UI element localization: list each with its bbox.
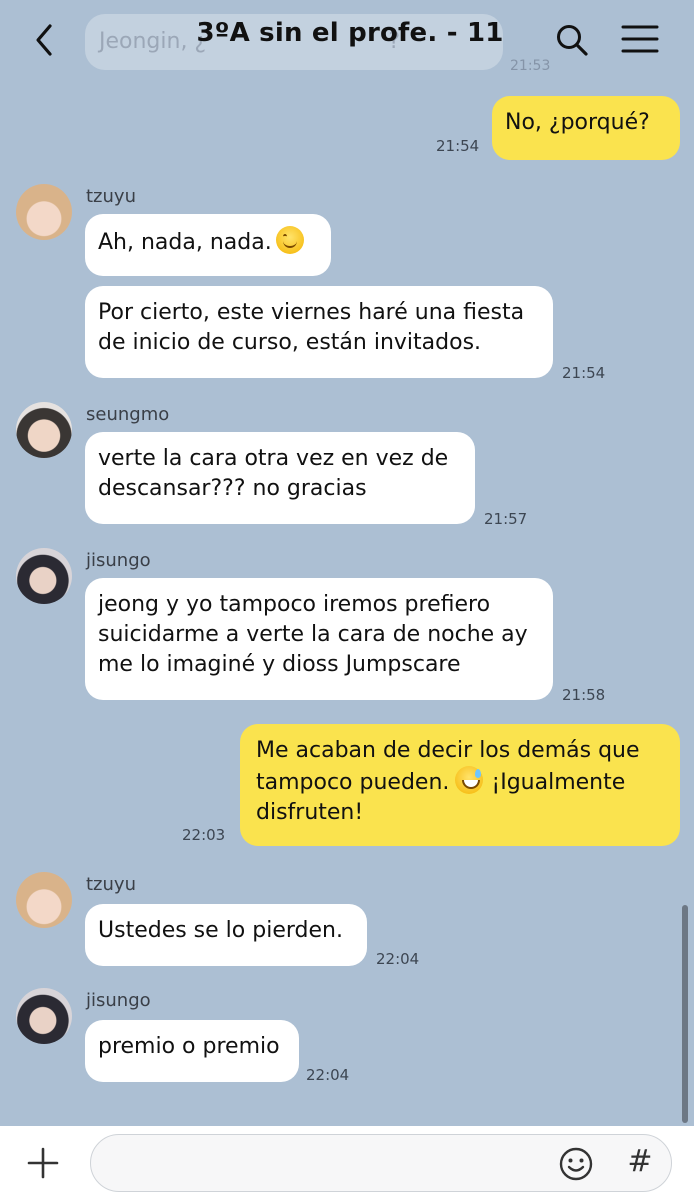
message-time: 21:54 (436, 137, 480, 155)
message-bubble[interactable]: Ah, nada, nada. (85, 214, 331, 276)
hashtag-icon: # (627, 1144, 653, 1179)
chat-title: 3ºA sin el profe. - 11 (196, 18, 504, 48)
emoji-button[interactable] (558, 1146, 594, 1182)
message-line-segment: ¡Igualmente (491, 770, 626, 795)
message-text: premio o premio (98, 1034, 280, 1059)
message-bubble[interactable]: premio o premio (85, 1020, 299, 1082)
message-line: de inicio de curso, están invitados. (98, 330, 482, 355)
search-icon (557, 25, 588, 56)
message-bubble[interactable]: jeong y yo tampoco iremos prefiero suici… (85, 578, 553, 700)
hamburger-menu-icon (621, 25, 659, 53)
message-time: 22:03 (182, 826, 226, 844)
message-bubble[interactable]: Por cierto, este viernes haré una fiesta… (85, 286, 553, 378)
emoji-icon (559, 1147, 593, 1181)
search-button[interactable] (552, 20, 592, 60)
menu-button[interactable] (620, 22, 660, 56)
attach-button[interactable] (26, 1146, 60, 1180)
chevron-left-icon (36, 24, 52, 56)
message-line: tampoco pueden. ¡Igualmente (256, 766, 667, 798)
sender-name: tzuyu (86, 186, 136, 207)
chat-header: Jeongin, ¿xxxxxxxxxxxxxx? 21:53 3ºA sin … (0, 0, 694, 78)
message-time: 21:54 (562, 364, 606, 382)
message-line: verte la cara otra vez en vez de (98, 446, 449, 471)
message-line: jeong y yo tampoco iremos prefiero (98, 592, 491, 617)
message-time: 21:57 (484, 510, 528, 528)
chat-scrollbar[interactable] (682, 905, 688, 1123)
tzuyu-avatar[interactable] (16, 872, 72, 928)
smiling-face-icon (275, 226, 304, 254)
message-time: 21:58 (562, 686, 606, 704)
message-line: disfruten! (256, 800, 364, 825)
my-message-bubble[interactable]: Me acaban de decir los demás que tampoco… (240, 724, 680, 846)
sender-name: jisungo (86, 550, 151, 571)
message-text: Ah, nada, nada. (98, 230, 272, 255)
back-button[interactable] (28, 20, 64, 60)
message-input-bar: # (0, 1126, 694, 1200)
jisungo-avatar[interactable] (16, 548, 72, 604)
plus-icon (27, 1147, 59, 1179)
sender-name: jisungo (86, 990, 151, 1011)
message-line: suicidarme a verte la cara de noche ay (98, 622, 528, 647)
tzuyu-avatar[interactable] (16, 184, 72, 240)
partial-message-time: 21:53 (510, 58, 551, 74)
message-text: Ustedes se lo pierden. (98, 918, 343, 943)
message-line: Por cierto, este viernes haré una fiesta (98, 300, 525, 325)
message-text: No, ¿porqué? (505, 110, 650, 135)
message-bubble[interactable]: verte la cara otra vez en vez de descans… (85, 432, 475, 524)
hashtag-button[interactable]: # (622, 1142, 658, 1182)
jisungo-avatar[interactable] (16, 988, 72, 1044)
message-time: 22:04 (306, 1066, 350, 1084)
grinning-sweat-icon (455, 766, 484, 794)
sender-name: tzuyu (86, 874, 136, 895)
sender-name: seungmo (86, 404, 170, 425)
message-bubble[interactable]: Ustedes se lo pierden. (85, 904, 367, 966)
message-line: Me acaban de decir los demás que (256, 738, 640, 763)
message-line: me lo imaginé y dioss Jumpscare (98, 652, 461, 677)
message-time: 22:04 (376, 950, 420, 968)
message-line: descansar??? no gracias (98, 476, 367, 501)
my-message-bubble[interactable]: No, ¿porqué? (492, 96, 680, 160)
seungmo-avatar[interactable] (16, 402, 72, 458)
message-line-segment: tampoco pueden. (256, 770, 450, 795)
